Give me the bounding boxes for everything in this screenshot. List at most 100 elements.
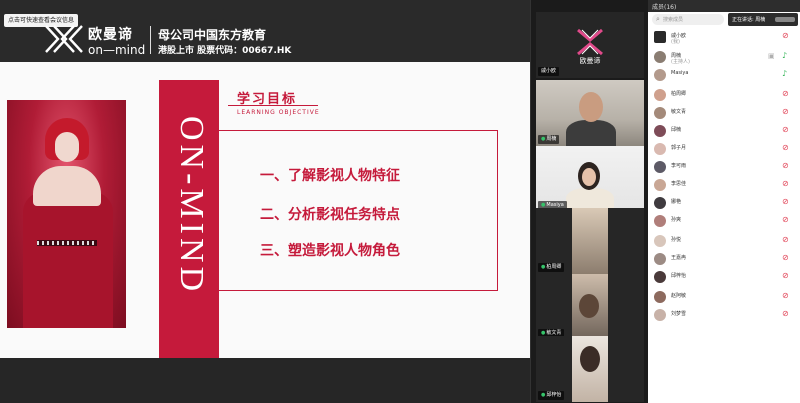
video-tile[interactable]: ●Masiya: [536, 146, 644, 212]
video-logo-text: 欧曼谛: [579, 57, 601, 65]
participant-row[interactable]: 孙爽 ⊘: [648, 212, 800, 230]
avatar: [654, 161, 666, 173]
video-name-label: 柏周卿: [546, 264, 562, 270]
participant-row[interactable]: 李可雨 ⊘: [648, 158, 800, 176]
avatar: [654, 69, 666, 81]
mic-muted-icon[interactable]: ⊘: [782, 197, 789, 206]
mic-muted-icon[interactable]: ⊘: [782, 215, 789, 224]
brand-logo-icon: [577, 28, 603, 56]
participant-row[interactable]: 王嘉冉 ⊘: [648, 250, 800, 268]
participant-name: 敏文青: [671, 109, 687, 115]
mic-muted-icon[interactable]: ⊘: [782, 309, 789, 318]
avatar: [654, 309, 666, 321]
slide-header: 点击可快速查看会议信息 欧曼谛 on—mind 母公司中国东方教育 港股上市 股…: [0, 0, 530, 62]
participant-row[interactable]: 戚小欧 (我) ⊘: [648, 28, 800, 46]
mic-muted-icon[interactable]: ⊘: [782, 89, 789, 98]
stock-code-text: 港股上市 股票代码：00667.HK: [158, 46, 292, 56]
video-name-label: 戚小欧: [538, 67, 560, 76]
avatar: [654, 291, 666, 303]
camera-icon[interactable]: ▣: [768, 52, 775, 60]
avatar: [654, 197, 666, 209]
participant-name: 王嘉冉: [671, 255, 687, 261]
participant-name: 娜艳: [671, 199, 682, 205]
participant-name: 孙悦: [671, 237, 682, 243]
participant-row[interactable]: 赵阿敏 ⊘: [648, 288, 800, 306]
avatar: [654, 179, 666, 191]
mic-on-icon: ●: [541, 392, 546, 398]
member-search[interactable]: ⌕: [652, 14, 724, 25]
participant-row[interactable]: 娜艳 ⊘: [648, 194, 800, 212]
mic-muted-icon[interactable]: ⊘: [782, 271, 789, 280]
avatar: [654, 215, 666, 227]
mic-muted-icon[interactable]: ⊘: [782, 31, 789, 40]
participant-row[interactable]: 邱楠 ⊘: [648, 122, 800, 140]
video-tile[interactable]: ●邱梓怡: [536, 336, 644, 402]
avatar: [654, 89, 666, 101]
participant-role: (主持人): [671, 59, 690, 65]
mic-muted-icon[interactable]: ⊘: [782, 143, 789, 152]
video-tile[interactable]: ●敏文青: [536, 274, 644, 340]
participants-panel: 成员(16) ⌕ 正在讲话: 周楠 戚小欧 (我) ⊘ 周楠 (主持人) ▣ ♪: [648, 0, 800, 403]
avatar: [654, 51, 666, 63]
participant-name: 孙爽: [671, 217, 682, 223]
video-tile[interactable]: 欧曼谛 戚小欧: [536, 12, 644, 78]
brand-logo-icon: [45, 25, 83, 53]
speaking-text: 正在讲话: 周楠: [732, 17, 766, 23]
members-title: 成员(16): [652, 4, 677, 11]
mic-muted-icon[interactable]: ⊘: [782, 125, 789, 134]
participant-row[interactable]: 郭子月 ⊘: [648, 140, 800, 158]
participant-name: 赵阿敏: [671, 293, 687, 299]
meeting-window: 点击可快速查看会议信息 欧曼谛 on—mind 母公司中国东方教育 港股上市 股…: [0, 0, 800, 403]
objective-item: 一、了解影视人物特征: [260, 168, 400, 184]
vertical-brand-text: ON-MIND: [173, 116, 210, 296]
objective-subtitle: LEARNING OBJECTIVE: [237, 109, 320, 116]
mic-muted-icon[interactable]: ⊘: [782, 235, 789, 244]
video-strip[interactable]: 欧曼谛 戚小欧 ●周楠 ●Masiya ●柏周卿 ●敏文青 ●邱梓怡: [530, 0, 648, 403]
speaking-indicator: 正在讲话: 周楠: [728, 13, 798, 26]
avatar: [654, 125, 666, 137]
mic-muted-icon[interactable]: ⊘: [782, 291, 789, 300]
participant-name: 郭子月: [671, 145, 687, 151]
logo-avatar-icon: [654, 31, 666, 43]
search-icon: ⌕: [656, 15, 660, 23]
mic-muted-icon[interactable]: ⊘: [782, 179, 789, 188]
parent-company-text: 母公司中国东方教育: [158, 28, 267, 42]
participant-name: 柏周卿: [671, 91, 687, 97]
avatar: [654, 271, 666, 283]
participant-name: 邱楠: [671, 127, 682, 133]
participant-name: 邱梓怡: [671, 273, 687, 279]
mic-muted-icon[interactable]: ⊘: [782, 107, 789, 116]
mic-on-icon: ●: [541, 136, 546, 142]
participant-row[interactable]: 敏文青 ⊘: [648, 104, 800, 122]
mic-muted-icon[interactable]: ⊘: [782, 253, 789, 262]
objective-item: 三、塑造影视人物角色: [260, 243, 400, 259]
objective-item: 二、分析影视任务特点: [260, 207, 400, 223]
brand-name-cn: 欧曼谛: [88, 27, 133, 43]
participant-row[interactable]: Masiya ♪: [648, 66, 800, 84]
participant-row[interactable]: 孙悦 ⊘: [648, 232, 800, 250]
model-photo: [7, 100, 126, 328]
participant-name: Masiya: [671, 70, 689, 76]
shared-screen: 点击可快速查看会议信息 欧曼谛 on—mind 母公司中国东方教育 港股上市 股…: [0, 0, 530, 403]
participant-name: 李可雨: [671, 163, 687, 169]
video-tile[interactable]: ●柏周卿: [536, 208, 644, 274]
video-tile[interactable]: ●周楠: [536, 80, 644, 146]
panel-header: 成员(16): [648, 0, 800, 12]
search-input[interactable]: [663, 14, 721, 25]
avatar: [654, 235, 666, 247]
participant-role: (我): [671, 39, 680, 45]
avatar: [654, 143, 666, 155]
participant-row[interactable]: 李思佳 ⊘: [648, 176, 800, 194]
participant-row[interactable]: 柏周卿 ⊘: [648, 86, 800, 104]
mic-on-icon[interactable]: ♪: [782, 69, 787, 78]
participant-name: 李思佳: [671, 181, 687, 187]
brand-name-en: on—mind: [88, 43, 146, 57]
participant-row[interactable]: 周楠 (主持人) ▣ ♪: [648, 48, 800, 66]
mic-on-icon[interactable]: ♪: [782, 51, 787, 60]
participant-row[interactable]: 刘梦雪 ⊘: [648, 306, 800, 324]
title-underline: [228, 105, 318, 106]
avatar: [654, 253, 666, 265]
participant-row[interactable]: 邱梓怡 ⊘: [648, 268, 800, 286]
slide-body: ON-MIND 学习目标 LEARNING OBJECTIVE 一、了解影视人物…: [0, 62, 530, 358]
mic-muted-icon[interactable]: ⊘: [782, 161, 789, 170]
